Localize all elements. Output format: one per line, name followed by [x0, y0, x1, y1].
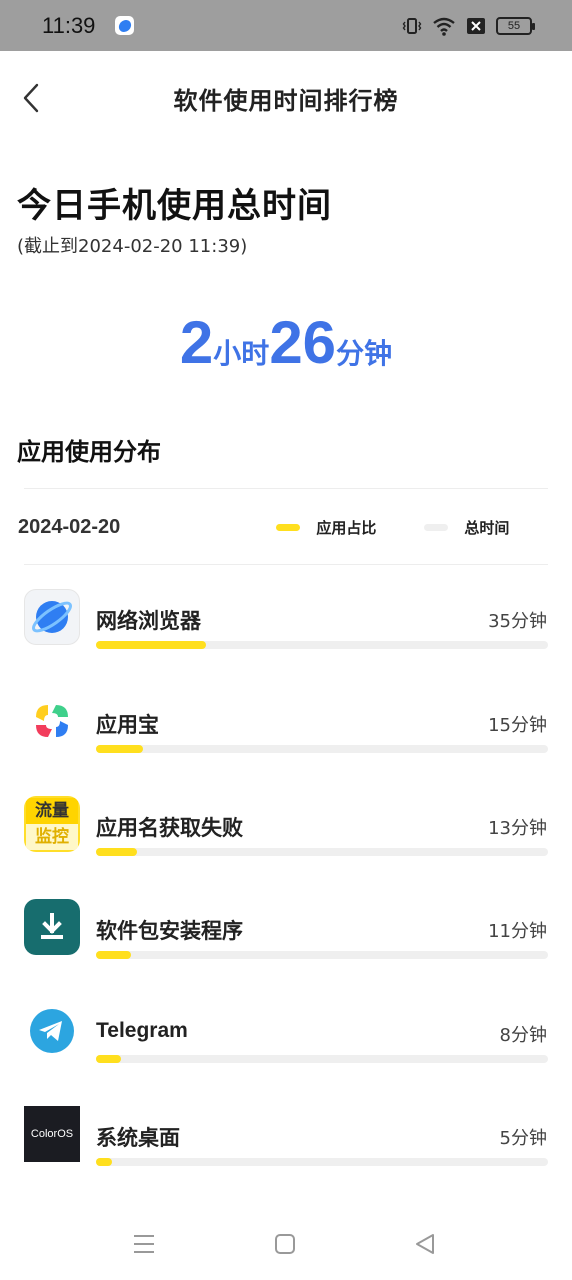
app-name: 应用名获取失败 [96, 816, 243, 840]
page-header: 软件使用时间排行榜 [0, 70, 572, 126]
divider [24, 564, 548, 565]
app-time: 5分钟 [499, 1128, 547, 1149]
total-hours: 2 [179, 309, 214, 376]
battery-icon: 55 [496, 16, 535, 35]
legend-row: 2024-02-20 应用占比 总时间 [18, 508, 548, 546]
sim-error-icon [466, 17, 486, 35]
distribution-date: 2024-02-20 [18, 515, 121, 538]
legend-total-time: 总时间 [424, 517, 509, 538]
app-row[interactable]: ColorOS 系统桌面 5分钟 [0, 1106, 572, 1166]
home-button[interactable] [273, 1232, 297, 1256]
app-time: 15分钟 [488, 715, 547, 736]
legend-swatch-gray [424, 523, 449, 531]
wifi-icon [432, 16, 456, 36]
usage-bar-track [96, 641, 548, 649]
legend-label: 总时间 [464, 518, 510, 537]
app-time: 13分钟 [488, 818, 547, 839]
app-row[interactable]: 网络浏览器 35分钟 [0, 589, 572, 649]
app-row[interactable]: 流量 监控 应用名获取失败 13分钟 [0, 796, 572, 856]
usage-bar-fill [96, 745, 144, 753]
app-name: Telegram [96, 1019, 188, 1042]
usage-bar-fill [96, 848, 137, 856]
app-row[interactable]: 应用宝 15分钟 [0, 693, 572, 753]
browser-planet-icon [24, 589, 80, 645]
minutes-unit: 分钟 [336, 337, 393, 370]
coloros-launcher-icon: ColorOS [24, 1106, 80, 1162]
legend-swatch-yellow [276, 523, 301, 531]
usage-bar-track [96, 1158, 548, 1166]
app-time: 8分钟 [499, 1025, 547, 1046]
usage-bar-track [96, 745, 548, 753]
usage-bar-track [96, 1055, 548, 1063]
status-icons: 55 [402, 16, 535, 36]
back-triangle-icon [416, 1234, 434, 1254]
usage-bar-fill [96, 641, 206, 649]
legend-label: 应用占比 [316, 518, 377, 537]
app-time: 11分钟 [488, 921, 547, 942]
app-time: 35分钟 [488, 611, 547, 632]
hours-unit: 小时 [213, 337, 270, 370]
total-minutes: 26 [269, 309, 337, 376]
status-time: 11:39 [42, 12, 96, 38]
app-row[interactable]: Telegram 8分钟 [0, 1003, 572, 1063]
home-icon [275, 1234, 295, 1254]
usage-bar-fill [96, 1158, 112, 1166]
usage-bar-fill [96, 1055, 122, 1063]
app-name: 应用宝 [96, 713, 159, 737]
back-button[interactable] [20, 82, 50, 114]
chevron-left-icon [23, 83, 39, 113]
icon-text: 监控 [26, 824, 78, 850]
legend-app-share: 应用占比 [276, 517, 376, 538]
total-usage-subtitle: (截止到2024-02-20 11:39) [17, 236, 248, 257]
app-notification-icon [115, 16, 135, 35]
app-row[interactable]: 软件包安装程序 11分钟 [0, 899, 572, 959]
app-name: 网络浏览器 [96, 609, 201, 633]
status-bar: 11:39 55 [0, 0, 572, 51]
total-usage-time: 2小时26分钟 [0, 308, 572, 377]
system-nav-bar [0, 1210, 572, 1280]
app-store-icon [24, 693, 80, 749]
package-installer-icon [24, 899, 80, 955]
app-name: 软件包安装程序 [96, 919, 243, 943]
menu-icon [134, 1235, 154, 1253]
divider [24, 488, 548, 489]
icon-text: ColorOS [30, 1128, 74, 1140]
menu-button[interactable] [132, 1232, 156, 1256]
icon-text: 流量 [26, 798, 78, 824]
traffic-monitor-icon: 流量 监控 [24, 796, 80, 852]
nav-back-button[interactable] [413, 1232, 437, 1256]
telegram-icon [24, 1003, 80, 1059]
vibrate-icon [402, 16, 422, 36]
usage-bar-track [96, 951, 548, 959]
usage-bar-fill [96, 951, 131, 959]
usage-bar-track [96, 848, 548, 856]
battery-level: 55 [507, 19, 521, 32]
app-name: 系统桌面 [96, 1126, 180, 1150]
total-usage-title: 今日手机使用总时间 [17, 186, 332, 226]
distribution-title: 应用使用分布 [17, 438, 161, 466]
page-title: 软件使用时间排行榜 [173, 86, 399, 115]
